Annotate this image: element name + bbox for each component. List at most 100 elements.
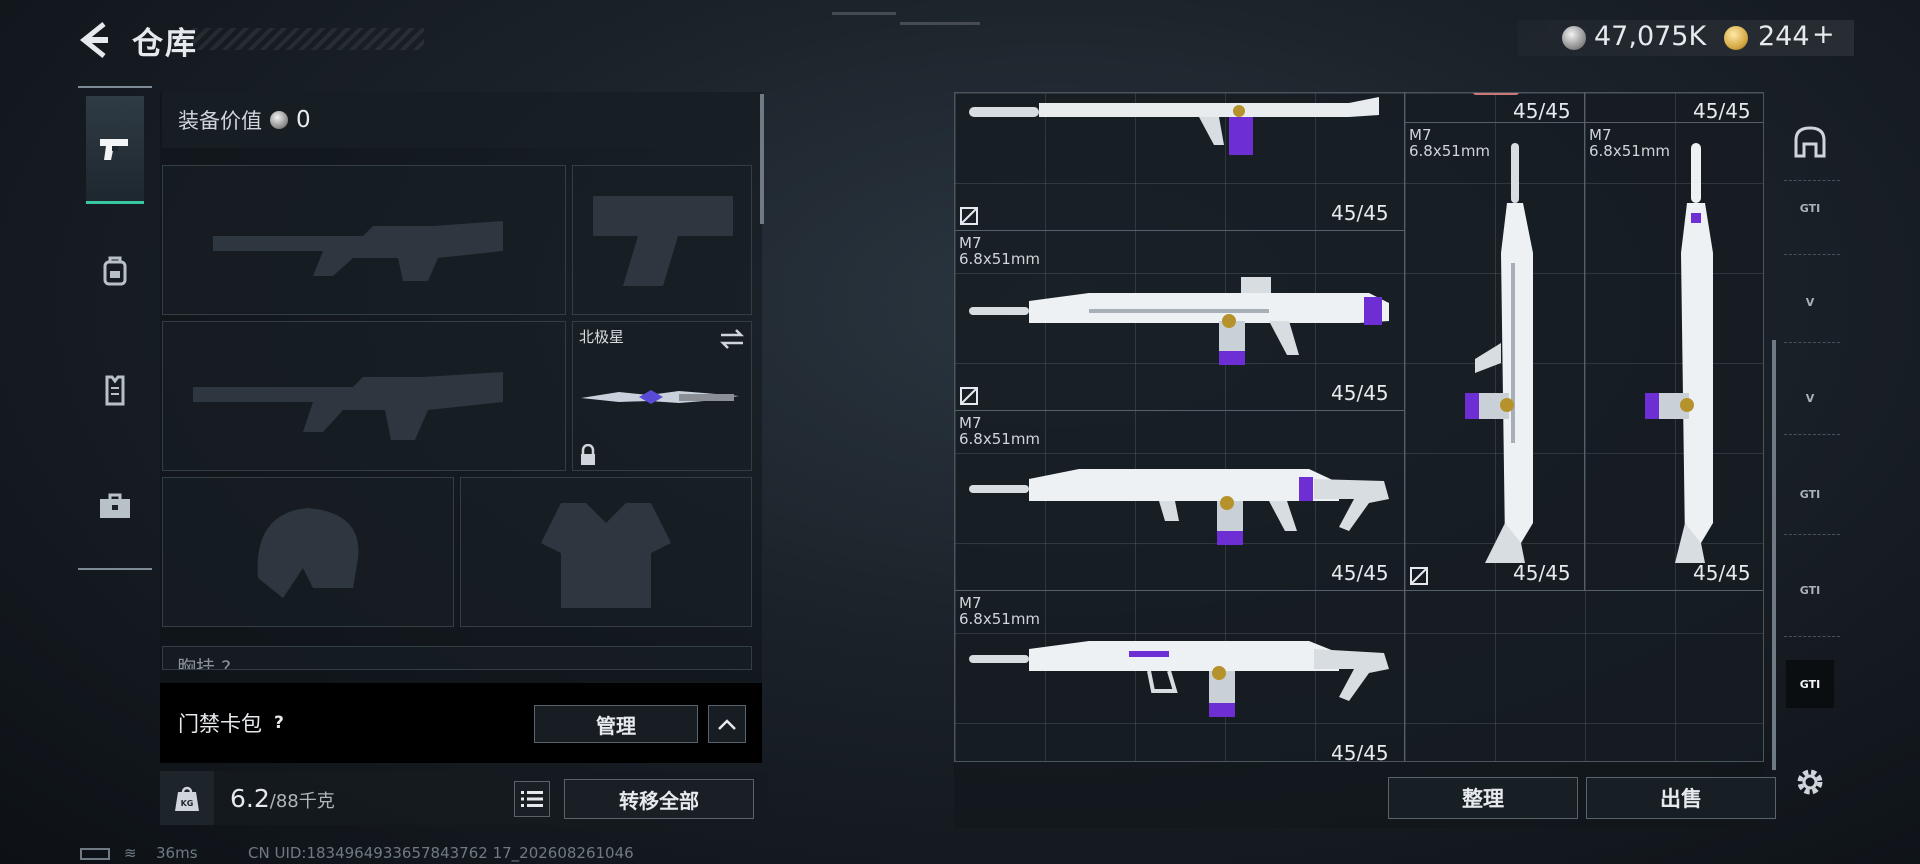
weight-kg-icon: KG bbox=[175, 786, 199, 811]
tab-separator bbox=[1784, 434, 1840, 435]
page-title: 仓库 bbox=[132, 26, 198, 62]
armor-slot[interactable] bbox=[460, 477, 752, 627]
melee-slot-name: 北极星 bbox=[579, 328, 625, 346]
item-ammo: 45/45 bbox=[1331, 561, 1389, 585]
equipment-value-bar: 装备价值 0 bbox=[162, 92, 756, 148]
sell-button[interactable]: 出售 bbox=[1586, 777, 1776, 819]
armor-silhouette-icon bbox=[541, 503, 671, 608]
helmet-slot[interactable] bbox=[162, 477, 454, 627]
rifle-silhouette-icon bbox=[193, 372, 503, 440]
item-caliber: 6.8x51mm bbox=[959, 610, 1041, 628]
weight-current: 6.2 bbox=[230, 784, 270, 813]
item-ammo: 45/45 bbox=[1513, 561, 1571, 585]
item-ammo: 45/45 bbox=[1331, 741, 1389, 762]
item-caliber: 6.8x51mm bbox=[959, 430, 1041, 448]
gold-amount: 244 bbox=[1758, 21, 1810, 52]
rifle-m7-vertical-icon bbox=[1465, 143, 1533, 563]
weight-max: /88千克 bbox=[269, 791, 335, 812]
chevron-up-icon bbox=[718, 719, 736, 730]
gti-vehicle-icon: GTI bbox=[1799, 677, 1821, 691]
tab-gti-vehicle[interactable]: GTI bbox=[1786, 660, 1834, 708]
weapon-item-partial[interactable]: 45/45 bbox=[1405, 93, 1585, 123]
keycard-label: 门禁卡包 bbox=[178, 712, 262, 736]
tab-v-weapon-2[interactable]: V bbox=[1786, 374, 1834, 422]
rifle-m7-icon bbox=[969, 641, 1389, 717]
silver-amount: 47,075K bbox=[1594, 21, 1707, 52]
tab-backpack[interactable] bbox=[86, 216, 144, 324]
svg-text:KG: KG bbox=[181, 799, 194, 808]
list-view-button[interactable] bbox=[514, 781, 550, 817]
gti-weapon-icon: GTI bbox=[1799, 201, 1821, 215]
tab-gti-weapon[interactable]: GTI bbox=[1786, 184, 1834, 232]
tab-gti-part[interactable]: GTI bbox=[1786, 470, 1834, 518]
melee-slot[interactable]: 北极星 bbox=[572, 321, 752, 471]
secondary-weapon-slot[interactable] bbox=[162, 321, 566, 471]
v-weapon-icon: V bbox=[1805, 295, 1815, 309]
v-weapon-icon: V bbox=[1805, 391, 1815, 405]
tab-weapons[interactable] bbox=[86, 96, 144, 204]
backpack-icon bbox=[103, 256, 127, 286]
no-sell-icon bbox=[1410, 567, 1428, 585]
weapon-item[interactable]: M7 6.8x51mm 45/45 bbox=[955, 411, 1405, 591]
rifle-m7-icon bbox=[969, 97, 1379, 155]
item-name: M7 bbox=[1409, 126, 1432, 144]
silver-coin-icon bbox=[270, 111, 288, 129]
wifi-icon: ≋ bbox=[124, 844, 137, 862]
weapon-item-partial[interactable]: 45/45 bbox=[1585, 93, 1763, 123]
weapon-item[interactable]: M7 6.8x51mm 45/45 bbox=[955, 591, 1405, 762]
item-ammo: 45/45 bbox=[1693, 99, 1751, 123]
gti-ammo-icon: GTI bbox=[1799, 583, 1821, 597]
item-ammo: 45/45 bbox=[1513, 99, 1571, 123]
equipment-value-label: 装备价值 bbox=[178, 109, 262, 133]
gear-icon bbox=[1797, 769, 1823, 795]
equipment-value: 0 bbox=[296, 107, 311, 133]
weapon-item-partial[interactable]: 45/45 bbox=[955, 93, 1405, 231]
tab-case[interactable] bbox=[86, 452, 144, 560]
help-icon[interactable]: ? bbox=[274, 713, 284, 733]
weight-icon-box: KG bbox=[160, 771, 214, 825]
helmet-icon bbox=[1794, 126, 1826, 158]
tab-separator bbox=[1784, 342, 1840, 343]
transfer-all-button[interactable]: 转移全部 bbox=[564, 779, 754, 819]
header-light-streak bbox=[832, 12, 896, 15]
helmet-silhouette-icon bbox=[257, 508, 359, 598]
rifle-m7-icon bbox=[969, 469, 1389, 545]
tab-separator bbox=[1784, 636, 1840, 637]
tab-vest[interactable] bbox=[86, 336, 144, 444]
sidearm-slot[interactable] bbox=[572, 165, 752, 315]
briefcase-icon bbox=[100, 493, 130, 518]
rifle-silhouette-icon bbox=[213, 221, 503, 281]
settings-button[interactable] bbox=[1786, 758, 1834, 806]
tab-helmet[interactable] bbox=[1786, 118, 1834, 166]
item-name: M7 bbox=[959, 414, 982, 432]
battery-icon bbox=[80, 848, 110, 860]
chest-rig-label: 胸挂 ? bbox=[177, 657, 232, 670]
loadout-scrollbar[interactable] bbox=[760, 94, 764, 224]
weight-value: 6.2/88千克 bbox=[230, 784, 335, 813]
lock-icon bbox=[581, 444, 595, 465]
swap-icon[interactable] bbox=[719, 328, 745, 350]
sort-button[interactable]: 整理 bbox=[1388, 777, 1578, 819]
back-arrow-icon bbox=[79, 22, 108, 58]
rifle-m7-icon bbox=[969, 277, 1389, 365]
item-ammo: 45/45 bbox=[1693, 561, 1751, 585]
primary-weapon-slot[interactable] bbox=[162, 165, 566, 315]
chest-rig-slot[interactable]: 胸挂 ? bbox=[162, 646, 752, 670]
manage-button[interactable]: 管理 bbox=[534, 705, 698, 743]
grid-scrollbar[interactable] bbox=[1772, 340, 1776, 770]
knife-icon bbox=[581, 390, 739, 404]
collapse-button[interactable] bbox=[708, 705, 746, 743]
back-button[interactable] bbox=[76, 18, 116, 62]
weapon-item[interactable]: M7 6.8x51mm 45/45 bbox=[1585, 123, 1763, 591]
weapon-item[interactable]: M7 6.8x51mm 45/45 bbox=[1405, 123, 1585, 591]
item-ammo: 45/45 bbox=[1331, 381, 1389, 405]
gti-part-icon: GTI bbox=[1799, 487, 1821, 501]
weapon-item[interactable]: M7 6.8x51mm 45/45 bbox=[955, 231, 1405, 411]
gold-add-button[interactable]: + bbox=[1812, 19, 1835, 50]
tab-v-weapon[interactable]: V bbox=[1786, 278, 1834, 326]
gold-coin-icon bbox=[1724, 26, 1748, 50]
tab-separator bbox=[1784, 254, 1840, 255]
list-icon bbox=[521, 791, 543, 807]
tab-gti-ammo[interactable]: GTI bbox=[1786, 566, 1834, 614]
rifle-m7-vertical-icon bbox=[1645, 143, 1713, 563]
